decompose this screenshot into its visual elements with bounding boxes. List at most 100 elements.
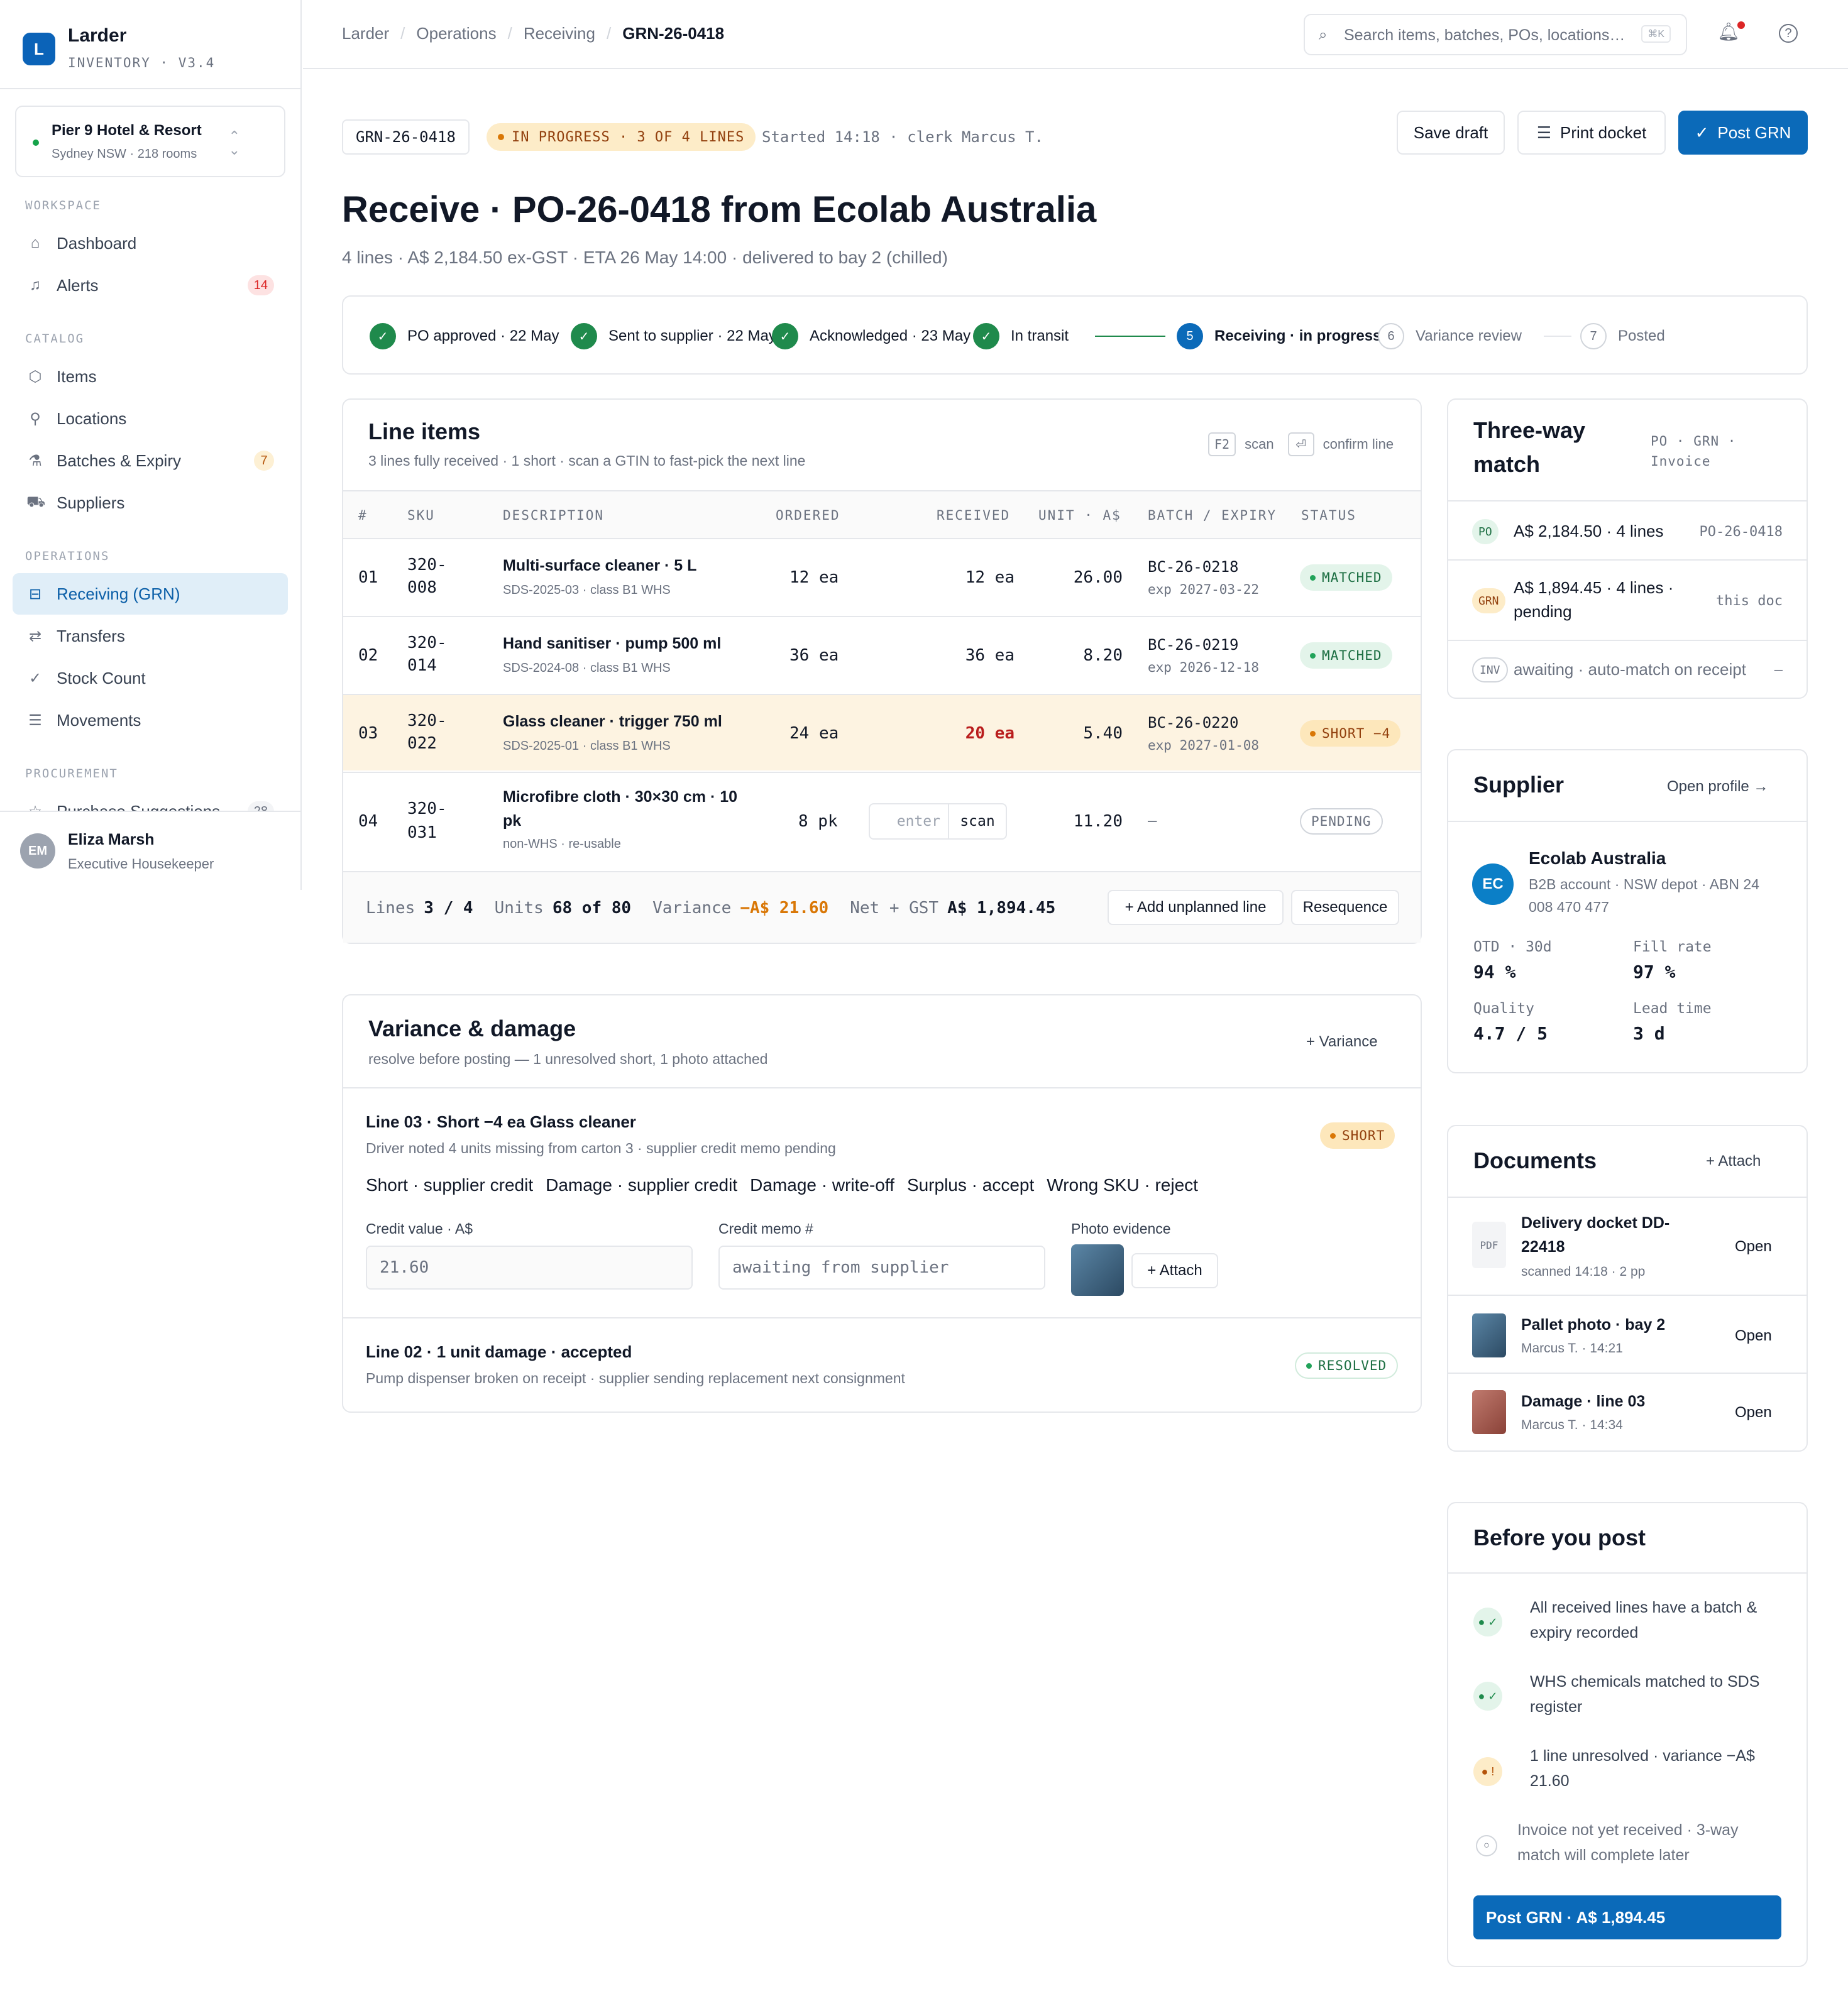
truck-icon: ⛟	[26, 493, 46, 510]
add-unplanned-line-button[interactable]: + Add unplanned line	[1108, 890, 1284, 925]
table-row[interactable]: 03 320- 022 Glass cleaner · trigger 750 …	[343, 694, 1421, 770]
line-items-title: Line items	[368, 419, 481, 444]
received-qty-input[interactable]: enter scan	[869, 803, 1007, 840]
checklist-text: Invoice not yet received · 3-way	[1517, 1821, 1739, 1839]
user-menu[interactable]: EM Eliza Marsh Executive Housekeeper	[0, 811, 300, 890]
batch-code: BC-26-0219	[1148, 636, 1239, 654]
batch-code: –	[1148, 812, 1157, 830]
batch-code: BC-26-0220	[1148, 714, 1239, 732]
open-document-button[interactable]: Open	[1735, 1404, 1772, 1422]
option-damage-supplier-credit[interactable]: Damage · supplier credit	[546, 1175, 737, 1195]
open-profile-link[interactable]: Open profile →	[1667, 778, 1768, 796]
resequence-button[interactable]: Resequence	[1291, 890, 1399, 925]
divider	[1448, 1572, 1807, 1574]
step-connector	[1544, 336, 1571, 337]
notifications-icon[interactable]: 🔔︎	[1717, 21, 1740, 42]
sidebar-item-batches[interactable]: ⚗ Batches & Expiry 7	[13, 440, 288, 481]
status-text: MATCHED	[1322, 648, 1382, 663]
variance-item-title: Line 02 · 1 unit damage · accepted	[366, 1342, 632, 1361]
step-label: In transit	[1011, 327, 1069, 344]
option-short-supplier-credit[interactable]: Short · supplier credit	[366, 1175, 533, 1195]
print-docket-button[interactable]: ☰ Print docket	[1517, 111, 1666, 155]
inbox-icon: ⊟	[28, 585, 42, 603]
attach-document-button[interactable]: + Attach	[1706, 1153, 1761, 1170]
photo-thumbnail[interactable]	[1071, 1244, 1124, 1296]
sidebar-item-locations[interactable]: ⚲ Locations	[13, 398, 288, 439]
variance-type-options: Short · supplier credit Damage · supplie…	[366, 1175, 1198, 1195]
sidebar-item-alerts[interactable]: ♫ Alerts 14	[13, 265, 288, 306]
scan-button[interactable]: scan	[948, 804, 1006, 838]
item-sds: SDS-2025-03 · class B1 WHS	[503, 583, 671, 597]
post-grn-button[interactable]: ✓ Post GRN	[1678, 111, 1808, 155]
checklist-title: Before you post	[1473, 1525, 1646, 1550]
credit-memo-field[interactable]: awaiting from supplier	[718, 1246, 1045, 1290]
match-legend: PO · GRN · Invoice	[1651, 434, 1737, 469]
divider	[1448, 821, 1807, 822]
sidebar-item-label: Stock Count	[57, 668, 146, 688]
step-sent-to-supplier: ✓ Sent to supplier · 22 May	[571, 323, 776, 349]
document-title: Damage · line 03	[1521, 1393, 1646, 1410]
option-surplus-accept[interactable]: Surplus · accept	[907, 1175, 1034, 1195]
app-logo: L	[23, 33, 55, 65]
open-document-button[interactable]: Open	[1735, 1327, 1772, 1345]
variance-status-badge: SHORT	[1320, 1122, 1395, 1149]
step-in-transit: ✓ In transit	[973, 323, 1069, 349]
sidebar-item-stock-count[interactable]: ✓ Stock Count	[13, 657, 288, 699]
unit-price: 5.40	[1083, 724, 1123, 743]
check-icon: ✓	[370, 323, 396, 349]
attach-photo-button[interactable]: + Attach	[1131, 1253, 1218, 1288]
check-icon: ✓	[772, 323, 798, 349]
open-document-button[interactable]: Open	[1735, 1238, 1772, 1256]
batch-code: BC-26-0218	[1148, 558, 1239, 576]
notification-dot	[1737, 21, 1745, 29]
chevron-updown-icon: ⌃ ⌄	[228, 128, 240, 158]
option-wrong-sku-reject[interactable]: Wrong SKU · reject	[1047, 1175, 1198, 1195]
credit-value-field[interactable]: 21.60	[366, 1246, 693, 1290]
status-text: RESOLVED	[1318, 1358, 1387, 1373]
help-icon[interactable]: ?	[1779, 24, 1798, 43]
totals-summary: Lines 3 / 4 Units 68 of 80 Variance −A$ …	[366, 899, 1055, 918]
divider	[343, 1317, 1421, 1318]
stat-label: OTD · 30d	[1473, 939, 1552, 955]
item-description: Multi-surface cleaner · 5 L	[503, 557, 697, 574]
breadcrumb-larder[interactable]: Larder	[342, 24, 389, 43]
option-damage-write-off[interactable]: Damage · write-off	[750, 1175, 894, 1195]
status-badge: SHORT −4	[1300, 720, 1401, 747]
sku: 031	[407, 823, 437, 842]
sku: 320-	[407, 633, 447, 652]
po-tag: PO	[1472, 519, 1499, 544]
sidebar-item-suppliers[interactable]: ⛟ Suppliers	[13, 482, 288, 523]
save-draft-button[interactable]: Save draft	[1397, 111, 1505, 155]
breadcrumb-receiving[interactable]: Receiving	[524, 24, 595, 43]
expiry-date: exp 2027-03-22	[1148, 582, 1260, 597]
section-label-operations: OPERATIONS	[25, 549, 110, 563]
search-input[interactable]: ⌕ Search items, batches, POs, locations……	[1304, 14, 1687, 55]
document-meta: scanned 14:18 · 2 pp	[1521, 1264, 1646, 1279]
property-switcher[interactable]: Pier 9 Hotel & Resort Sydney NSW · 218 r…	[15, 106, 285, 177]
input-placeholder: enter	[896, 813, 940, 830]
post-grn-total-button[interactable]: Post GRN · A$ 1,894.45	[1473, 1895, 1781, 1939]
step-po-approved: ✓ PO approved · 22 May	[370, 323, 559, 349]
sidebar-item-items[interactable]: ⬡ Items	[13, 356, 288, 397]
sidebar-item-transfers[interactable]: ⇄ Transfers	[13, 615, 288, 657]
sidebar-item-receiving[interactable]: ⊟ Receiving (GRN)	[13, 573, 288, 615]
sidebar-item-movements[interactable]: ☰ Movements	[13, 699, 288, 741]
sku: 022	[407, 734, 437, 753]
step-number: 6	[1378, 323, 1404, 349]
variance-value: −A$ 21.60	[740, 899, 829, 918]
col-header: RECEIVED	[937, 508, 1011, 523]
received-qty: 20 ea	[965, 724, 1015, 743]
breadcrumb-operations[interactable]: Operations	[416, 24, 496, 43]
step-label: Sent to supplier · 22 May	[608, 327, 776, 344]
table-row[interactable]: 02 320- 014 Hand sanitiser · pump 500 ml…	[343, 616, 1421, 693]
table-row[interactable]: 01 320- 008 Multi-surface cleaner · 5 L …	[343, 538, 1421, 615]
status-text: SHORT	[1342, 1128, 1385, 1143]
add-variance-button[interactable]: + Variance	[1306, 1033, 1378, 1051]
match-po-text: A$ 2,184.50 · 4 lines	[1514, 522, 1664, 540]
net-value: A$ 1,894.45	[947, 899, 1056, 918]
check-icon: ✓	[28, 669, 42, 687]
table-row[interactable]: 04 320- 031 Microfibre cloth · 30×30 cm …	[343, 772, 1421, 871]
sidebar-item-label: Movements	[57, 710, 141, 730]
status-text: IN PROGRESS · 3 OF 4 LINES	[512, 129, 745, 145]
sidebar-item-dashboard[interactable]: ⌂ Dashboard	[13, 222, 288, 264]
